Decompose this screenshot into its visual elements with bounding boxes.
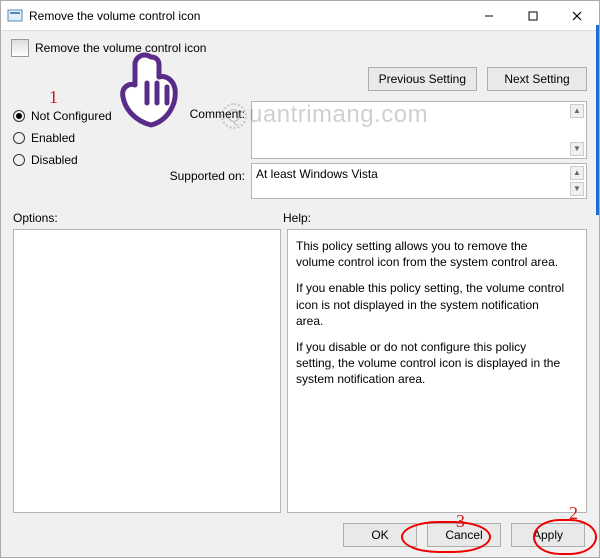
scroll-up-icon[interactable]: ▲ bbox=[570, 104, 584, 118]
scroll-up-icon[interactable]: ▲ bbox=[570, 166, 584, 180]
supported-on-value: At least Windows Vista bbox=[256, 167, 378, 181]
policy-header: Remove the volume control icon bbox=[1, 31, 599, 63]
state-radio-group: Not Configured Enabled Disabled bbox=[13, 101, 153, 199]
options-label: Options: bbox=[13, 211, 283, 225]
help-label: Help: bbox=[283, 211, 587, 225]
window-title: Remove the volume control icon bbox=[29, 9, 467, 23]
supported-on-field: At least Windows Vista ▲ ▼ bbox=[251, 163, 587, 199]
app-icon bbox=[1, 8, 29, 24]
next-setting-button[interactable]: Next Setting bbox=[487, 67, 587, 91]
radio-not-configured[interactable]: Not Configured bbox=[13, 105, 153, 127]
help-paragraph: This policy setting allows you to remove… bbox=[296, 238, 568, 270]
nav-buttons: Previous Setting Next Setting bbox=[1, 63, 599, 101]
radio-empty-icon bbox=[13, 154, 25, 166]
comment-field[interactable]: ▲ ▼ bbox=[251, 101, 587, 159]
comment-scrollbar[interactable]: ▲ ▼ bbox=[570, 104, 584, 156]
close-button[interactable] bbox=[555, 1, 599, 31]
previous-setting-button[interactable]: Previous Setting bbox=[368, 67, 477, 91]
minimize-button[interactable] bbox=[467, 1, 511, 31]
apply-button[interactable]: Apply bbox=[511, 523, 585, 547]
supported-on-label: Supported on: bbox=[165, 163, 245, 183]
policy-icon bbox=[11, 39, 29, 57]
panes-row: This policy setting allows you to remove… bbox=[1, 229, 599, 513]
right-edge-strip bbox=[596, 25, 599, 215]
comment-label: Comment: bbox=[165, 101, 245, 121]
scroll-down-icon[interactable]: ▼ bbox=[570, 182, 584, 196]
policy-title: Remove the volume control icon bbox=[35, 41, 206, 55]
radio-empty-icon bbox=[13, 132, 25, 144]
maximize-button[interactable] bbox=[511, 1, 555, 31]
cancel-button[interactable]: Cancel bbox=[427, 523, 501, 547]
options-pane bbox=[13, 229, 281, 513]
meta-column: Comment: ▲ ▼ Supported on: At least Wind… bbox=[165, 101, 587, 199]
dialog-footer: OK Cancel Apply bbox=[1, 513, 599, 557]
radio-label: Enabled bbox=[31, 131, 75, 145]
radio-dot-icon bbox=[13, 110, 25, 122]
help-paragraph: If you disable or do not configure this … bbox=[296, 339, 568, 388]
help-paragraph: If you enable this policy setting, the v… bbox=[296, 280, 568, 329]
radio-enabled[interactable]: Enabled bbox=[13, 127, 153, 149]
policy-editor-window: Remove the volume control icon Remove th… bbox=[0, 0, 600, 558]
supported-scrollbar[interactable]: ▲ ▼ bbox=[570, 166, 584, 196]
radio-label: Disabled bbox=[31, 153, 78, 167]
help-pane: This policy setting allows you to remove… bbox=[287, 229, 587, 513]
config-section: Not Configured Enabled Disabled Comment:… bbox=[1, 101, 599, 205]
pane-labels: Options: Help: bbox=[1, 205, 599, 229]
ok-button[interactable]: OK bbox=[343, 523, 417, 547]
title-bar: Remove the volume control icon bbox=[1, 1, 599, 31]
radio-label: Not Configured bbox=[31, 109, 112, 123]
radio-disabled[interactable]: Disabled bbox=[13, 149, 153, 171]
scroll-down-icon[interactable]: ▼ bbox=[570, 142, 584, 156]
